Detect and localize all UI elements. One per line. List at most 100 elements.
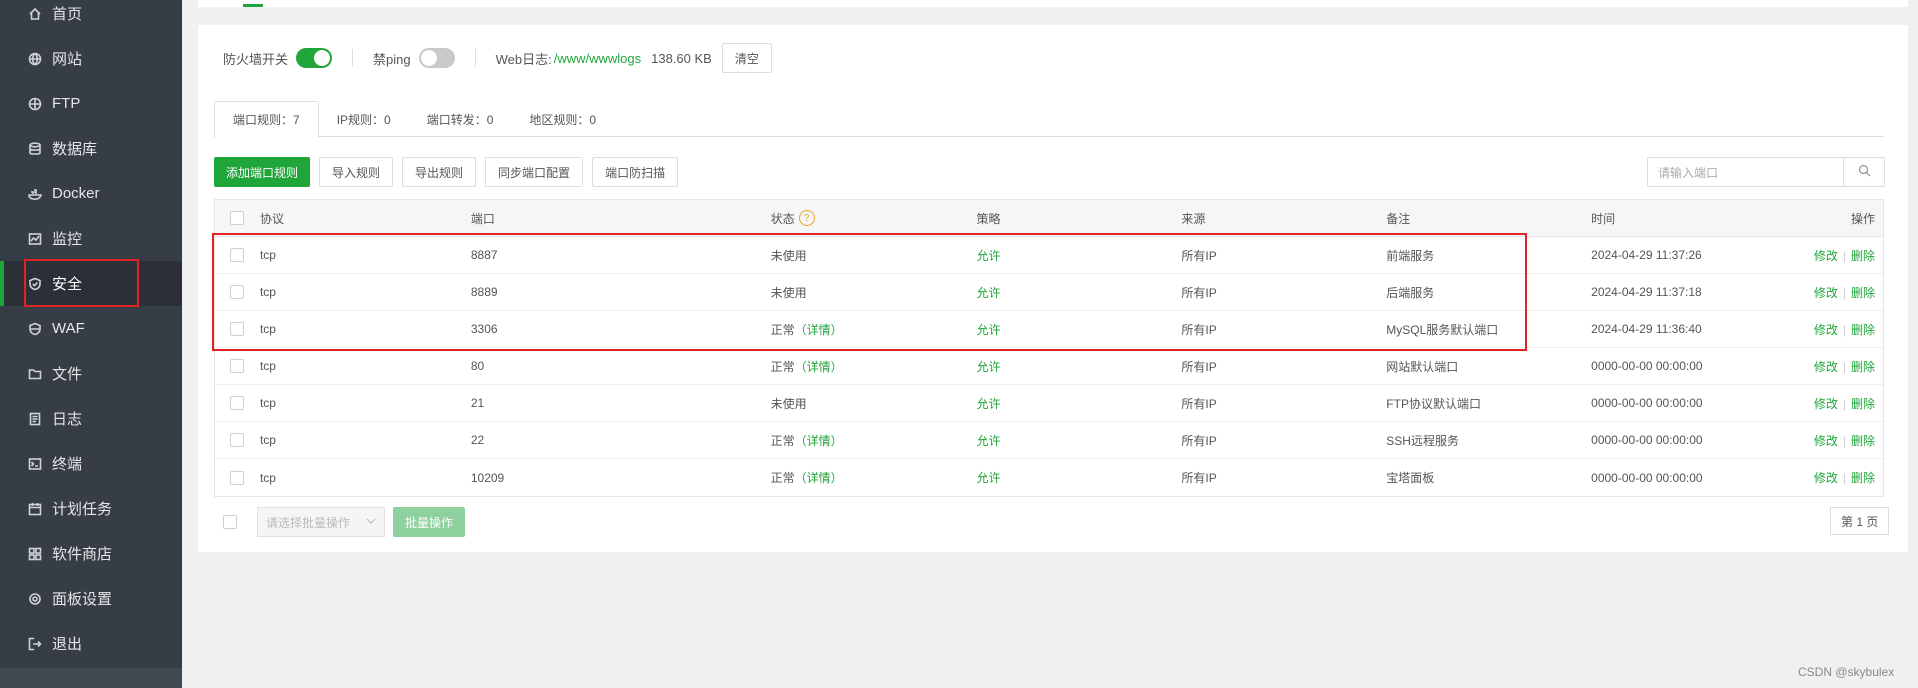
row-checkbox[interactable] [230,433,245,447]
batch-select-all-checkbox[interactable] [223,515,237,529]
sidebar: 首页 网站 FTP 数据库 Docker 监控 安全 WAF 文件 日志 终端 [0,0,182,688]
sidebar-item-waf[interactable]: WAF [0,306,182,351]
delete-link[interactable]: 删除 [1851,286,1875,300]
cell-protocol: tcp [259,396,276,410]
link-separator: | [1842,433,1846,448]
delete-link[interactable]: 删除 [1851,323,1875,337]
sidebar-item-settings[interactable]: 面板设置 [0,576,182,621]
highlight-box-security [24,259,139,307]
status-detail-link[interactable]: （详情） [795,432,843,449]
sidebar-item-label: 软件商店 [52,546,113,563]
delete-link[interactable]: 删除 [1851,360,1875,374]
sidebar-item-label: FTP [52,95,81,112]
sidebar-item-store[interactable]: 软件商店 [0,531,182,576]
delete-link[interactable]: 删除 [1851,471,1875,485]
status-detail-link[interactable]: （详情） [795,469,843,486]
cell-remark: FTP协议默认端口 [1386,396,1481,411]
port-scan-protect-button[interactable]: 端口防扫描 [592,157,679,187]
edit-link[interactable]: 修改 [1814,360,1838,374]
cell-time: 0000-00-00 00:00:00 [1591,433,1703,447]
sidebar-item-label: 监控 [52,231,83,248]
row-checkbox[interactable] [230,359,245,373]
toggle-knob [420,50,437,66]
search-button[interactable] [1844,158,1884,186]
export-rules-button[interactable]: 导出规则 [402,157,477,187]
search-input[interactable]: 请输入端口 [1648,158,1844,186]
batch-operation-select[interactable]: 请选择批量操作 [257,507,385,537]
sidebar-item-website[interactable]: 网站 [0,36,182,81]
cell-policy: 允许 [976,433,1001,448]
watermark: CSDN @skybulex [1798,665,1895,679]
cell-remark: 网站默认端口 [1386,359,1459,374]
sidebar-item-label: 首页 [52,6,83,23]
ping-toggle[interactable] [418,48,455,68]
ftp-icon [28,97,42,111]
header-port: 端口 [470,211,495,226]
sidebar-item-cron[interactable]: 计划任务 [0,486,182,531]
header-protocol: 协议 [259,211,284,226]
delete-link[interactable]: 删除 [1851,397,1875,411]
sidebar-item-label: 文件 [52,366,83,383]
header-ops: 操作 [1850,211,1875,226]
sidebar-item-database[interactable]: 数据库 [0,126,182,171]
edit-link[interactable]: 修改 [1814,323,1838,337]
cell-time: 0000-00-00 00:00:00 [1591,396,1703,410]
firewall-toolbar: 防火墙开关 禁ping Web日志: /www/wwwlogs 138.60 K… [223,43,772,73]
weblog-label: Web日志: [495,51,552,67]
cell-port: 80 [470,359,485,373]
header-policy: 策略 [976,211,1001,226]
sync-port-config-button[interactable]: 同步端口配置 [485,157,584,187]
clear-log-button[interactable]: 清空 [721,43,772,73]
row-checkbox[interactable] [230,396,245,410]
sidebar-item-label: 网站 [52,51,83,68]
edit-link[interactable]: 修改 [1814,434,1838,448]
sidebar-item-terminal[interactable]: 终端 [0,441,182,486]
globe-icon [28,52,42,66]
cell-status: 正常 [770,433,795,448]
edit-link[interactable]: 修改 [1814,286,1838,300]
top-tab-strip [198,0,1908,7]
cell-time: 0000-00-00 00:00:00 [1591,470,1703,485]
header-remark: 备注 [1386,211,1411,226]
sidebar-item-files[interactable]: 文件 [0,351,182,396]
add-port-rule-button[interactable]: 添加端口规则 [214,157,311,187]
firewall-toggle[interactable] [296,48,333,68]
sidebar-item-home[interactable]: 首页 [0,0,182,36]
edit-link[interactable]: 修改 [1814,397,1838,411]
chevron-down-icon [366,515,376,529]
sidebar-item-label: Docker [52,185,100,202]
sidebar-item-label: 退出 [52,636,83,653]
help-icon[interactable]: ? [798,210,815,226]
cell-policy: 允许 [976,396,1001,411]
header-time: 时间 [1591,211,1616,226]
edit-link[interactable]: 修改 [1814,471,1838,485]
delete-link[interactable]: 删除 [1851,434,1875,448]
tab-region-rules[interactable]: 地区规则：0 [511,101,614,137]
apps-icon [28,547,42,561]
sidebar-item-docker[interactable]: Docker [0,171,182,216]
link-separator: | [1842,396,1846,411]
cell-protocol: tcp [259,433,276,447]
edit-link[interactable]: 修改 [1814,249,1838,263]
delete-link[interactable]: 删除 [1851,249,1875,263]
sidebar-item-ftp[interactable]: FTP [0,81,182,126]
weblog-path-link[interactable]: /www/wwwlogs [554,51,641,66]
select-all-checkbox[interactable] [230,211,245,225]
sidebar-item-label: 终端 [52,456,83,473]
cell-source: 所有IP [1181,471,1217,485]
status-detail-link[interactable]: （详情） [795,358,843,375]
cell-port: 10209 [470,470,505,485]
tab-ip-rules[interactable]: IP规则：0 [319,101,409,137]
sidebar-item-logout[interactable]: 退出 [0,621,182,666]
pagination-current-page[interactable]: 第 1 页 [1830,507,1890,535]
row-checkbox[interactable] [230,470,245,485]
folder-icon [28,367,42,381]
batch-operation-button[interactable]: 批量操作 [393,507,466,537]
divider [474,49,476,67]
sidebar-item-monitor[interactable]: 监控 [0,216,182,261]
sidebar-item-logs[interactable]: 日志 [0,396,182,441]
settings-icon [28,592,42,606]
import-rules-button[interactable]: 导入规则 [319,157,394,187]
tab-port-forward[interactable]: 端口转发：0 [409,101,512,137]
tab-port-rules[interactable]: 端口规则：7 [214,101,319,138]
